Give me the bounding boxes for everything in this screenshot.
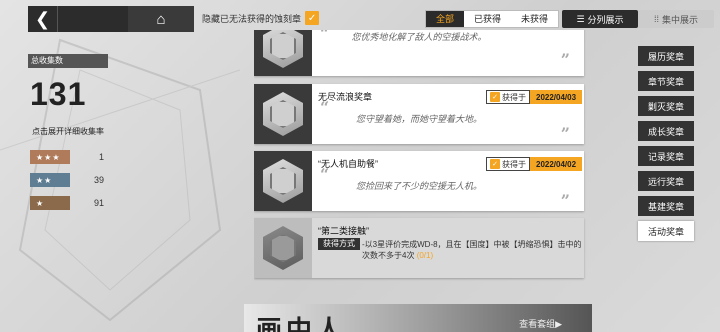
obtained-check-icon: ✓ [490,92,500,102]
medal-card[interactable]: 无尽流浪奖章 ✓ 获得于 2022/04/03 “ 您守望着她，而她守望着大地。… [254,84,584,144]
obtained-check-icon: ✓ [490,159,500,169]
view-mode-grid-button[interactable]: ⁞⁞ 集中展示 [638,10,714,28]
obtain-progress: (0/1) [416,251,434,260]
obtain-filter-group: 全部 已获得 未获得 [425,10,560,28]
obtained-label: ✓ 获得于 [486,157,530,171]
medal-card[interactable]: “ 您优秀地化解了敌人的空援战术。 ” [254,30,584,76]
obtained-date: 2022/04/02 [530,157,583,171]
star-row-3[interactable]: ★★★ 1 [30,150,104,164]
medal-list[interactable]: “ 您优秀地化解了敌人的空援战术。 ” 无尽流浪奖章 ✓ 获得于 2022/04… [254,30,588,332]
checkbox-checked-icon[interactable]: ✓ [305,11,320,25]
category-sidebar: 履历奖章 章节奖章 剿灭奖章 成长奖章 记录奖章 远行奖章 基建奖章 活动奖章 [638,46,694,246]
category-tab[interactable]: 远行奖章 [638,171,694,191]
obtain-method-label: 获得方式 [318,238,360,250]
medal-collection-screen: ❮ ⌂ 隐藏已无法获得的蚀刻章 ✓ 全部 已获得 未获得 ☰ 分列展示 ⁞⁞ 集… [0,0,720,332]
star-row-1[interactable]: ★ 91 [30,196,104,210]
home-icon: ⌂ [156,10,166,28]
grid-icon: ⁞⁞ [653,14,659,24]
view-mode-split-label: 分列展示 [587,14,624,25]
view-mode-grid-label: 集中展示 [662,14,699,25]
medal-card[interactable]: “无人机自助餐” ✓ 获得于 2022/04/02 “ 您捡回来了不少的空援无人… [254,151,584,211]
locked-medal-icon [263,226,303,270]
medal-description: 您捡回来了不少的空援无人机。 [355,181,482,191]
back-button[interactable]: ❮ [28,6,58,32]
one-star-count: 91 [93,198,104,208]
obtained-date: 2022/04/03 [530,90,583,104]
three-star-count: 1 [98,152,104,162]
obtained-label-text: 获得于 [502,159,526,169]
medal-title: “第二类接触” [318,226,369,236]
banner-art-text: 画中人 [256,316,347,332]
obtained-label: ✓ 获得于 [486,90,530,104]
obtain-method-text: -以3星评价完成WD-8，且在【国度】中被【坍缩恐惧】击中的次数不多于4次 (0… [362,239,582,261]
obtained-date-tag: ✓ 获得于 2022/04/03 [486,90,583,104]
hide-unobtainable-toggle[interactable]: 隐藏已无法获得的蚀刻章 ✓ [202,11,320,25]
star-row-2[interactable]: ★★ 39 [30,173,104,187]
top-nav-bar: ❮ ⌂ [28,6,194,32]
obtained-date-tag: ✓ 获得于 2022/04/02 [486,157,583,171]
obtained-label-text: 获得于 [502,92,526,102]
quote-close-icon: ” [560,50,570,69]
medal-set-banner[interactable]: 画中人 查看套组▶ [244,304,592,332]
category-tab[interactable]: 履历奖章 [638,46,694,66]
obtain-method-desc: -以3星评价完成WD-8，且在【国度】中被【坍缩恐惧】击中的次数不多于4次 [362,240,582,260]
filter-not-obtained[interactable]: 未获得 [511,11,558,27]
list-icon: ☰ [576,13,585,24]
medal-image-box [254,218,312,278]
medal-description: 您守望着她，而她守望着大地。 [355,114,482,124]
two-star-count: 39 [93,175,104,185]
medal-description: 您优秀地化解了敌人的空援战术。 [351,32,487,42]
stats-expand-hint[interactable]: 点击展开详细收集率 [32,126,104,137]
filter-obtained[interactable]: 已获得 [464,11,511,27]
category-tab[interactable]: 剿灭奖章 [638,96,694,116]
filter-all[interactable]: 全部 [426,11,465,27]
category-tab[interactable]: 章节奖章 [638,71,694,91]
category-tab[interactable]: 记录奖章 [638,146,694,166]
back-chevron-icon: ❮ [34,8,51,29]
three-star-bar: ★★★ [30,150,70,164]
view-set-link[interactable]: 查看套组▶ [519,317,562,330]
view-mode-split-button[interactable]: ☰ 分列展示 [562,10,638,28]
category-tab[interactable]: 成长奖章 [638,121,694,141]
quote-close-icon: ” [560,191,570,210]
hide-unobtainable-label: 隐藏已无法获得的蚀刻章 [202,13,302,24]
category-tab[interactable]: 基建奖章 [638,196,694,216]
stats-title: 总收集数 [28,54,108,68]
view-mode-switch: ☰ 分列展示 ⁞⁞ 集中展示 [562,10,714,28]
medal-card-locked[interactable]: “第二类接触” 获得方式 -以3星评价完成WD-8，且在【国度】中被【坍缩恐惧】… [254,218,584,278]
stats-total-count: 131 [30,76,87,112]
home-button[interactable]: ⌂ [128,6,194,32]
quote-close-icon: ” [560,124,570,143]
category-tab-active[interactable]: 活动奖章 [638,221,694,241]
one-star-bar: ★ [30,196,70,210]
two-star-bar: ★★ [30,173,70,187]
